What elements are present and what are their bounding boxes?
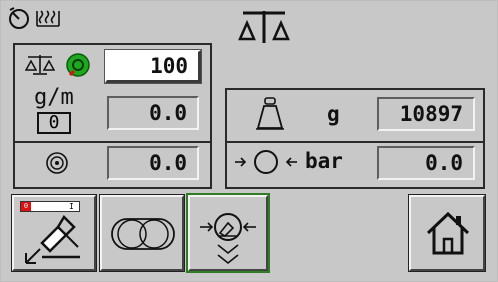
- flow-rate-display: 0.0: [107, 96, 199, 130]
- hmi-screen: 100 g/m 0 0.0 0.0 g 10897 bar 0.0 0 I: [0, 0, 498, 282]
- dispense-mode-button[interactable]: 0 I: [11, 194, 97, 272]
- flow-unit-label: g/m: [34, 85, 74, 110]
- home-button[interactable]: [408, 194, 486, 272]
- setpoint-input[interactable]: 100: [104, 49, 202, 84]
- heating-icon: [36, 10, 60, 27]
- weight-display: 10897: [377, 97, 475, 131]
- gauge-value: 0: [21, 202, 31, 211]
- weight-icon: [256, 97, 284, 130]
- scale-icon: [25, 55, 55, 75]
- pressure-calibration-icon: [200, 213, 256, 265]
- speed-display: 0.0: [107, 146, 199, 180]
- rotation-speed-icon: [46, 152, 68, 174]
- balance-scale-icon: [238, 11, 290, 43]
- dispense-icon: [25, 214, 80, 264]
- home-icon: [426, 211, 470, 255]
- flow-unit-index: 0: [37, 112, 71, 134]
- roller-button[interactable]: [99, 194, 185, 272]
- level-gauge: 0 I: [20, 201, 80, 212]
- pressure-calibration-button[interactable]: [186, 193, 270, 273]
- gauge-mark: I: [69, 202, 74, 211]
- roller-icon: [111, 218, 175, 250]
- weight-unit-label: g: [327, 102, 340, 126]
- pressure-display: 0.0: [377, 146, 475, 180]
- status-indicator-icon: [66, 53, 90, 77]
- pressure-unit-label: bar: [305, 149, 343, 173]
- pressure-icon: [235, 150, 297, 174]
- flow-unit-index-value: 0: [48, 112, 60, 133]
- timer-icon: [9, 7, 29, 29]
